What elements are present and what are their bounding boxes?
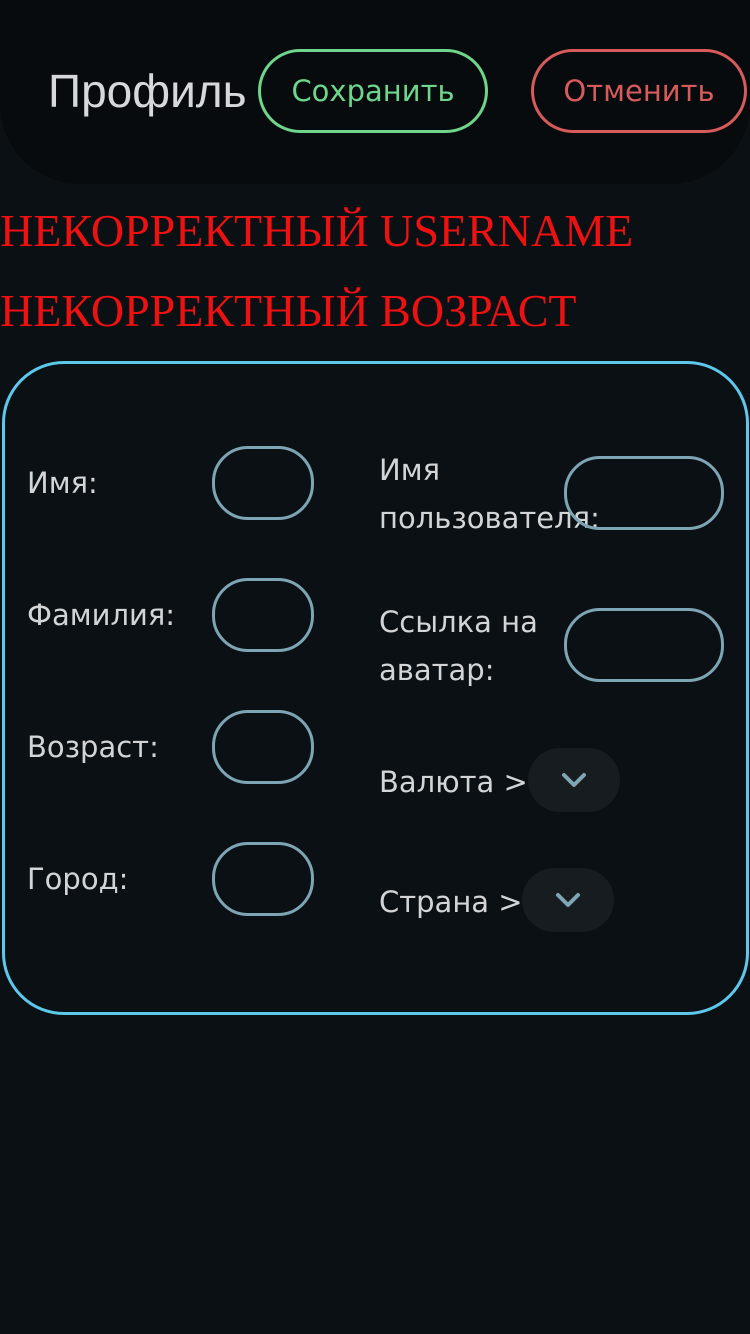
- page-title: Профиль: [48, 65, 247, 117]
- save-button[interactable]: Сохранить: [258, 49, 488, 133]
- first-name-input[interactable]: [212, 446, 314, 520]
- currency-select[interactable]: [528, 748, 620, 812]
- last-name-label: Фамилия:: [27, 598, 176, 632]
- age-label: Возраст:: [27, 730, 159, 764]
- first-name-label: Имя:: [27, 466, 98, 500]
- avatar-label-line2: аватар:: [379, 653, 495, 687]
- profile-form-card: Имя: Фамилия: Возраст: Город: Имя пользо…: [2, 361, 749, 1015]
- currency-label: Валюта >: [379, 765, 528, 799]
- avatar-url-input[interactable]: [564, 608, 724, 682]
- country-select[interactable]: [522, 868, 614, 932]
- username-input[interactable]: [564, 456, 724, 530]
- last-name-input[interactable]: [212, 578, 314, 652]
- chevron-down-icon: [562, 773, 586, 787]
- header-bar: Профиль Сохранить Отменить: [0, 0, 750, 184]
- cancel-button[interactable]: Отменить: [531, 49, 747, 133]
- avatar-label-line1: Ссылка на: [379, 605, 538, 639]
- username-error-message: НЕКОРРЕКТНЫЙ USERNAME: [0, 205, 634, 256]
- age-error-message: НЕКОРРЕКТНЫЙ ВОЗРАСТ: [0, 285, 577, 336]
- country-label: Страна >: [379, 885, 523, 919]
- chevron-down-icon: [556, 893, 580, 907]
- city-input[interactable]: [212, 842, 314, 916]
- username-label-line1: Имя: [379, 453, 441, 487]
- city-label: Город:: [27, 862, 129, 896]
- age-input[interactable]: [212, 710, 314, 784]
